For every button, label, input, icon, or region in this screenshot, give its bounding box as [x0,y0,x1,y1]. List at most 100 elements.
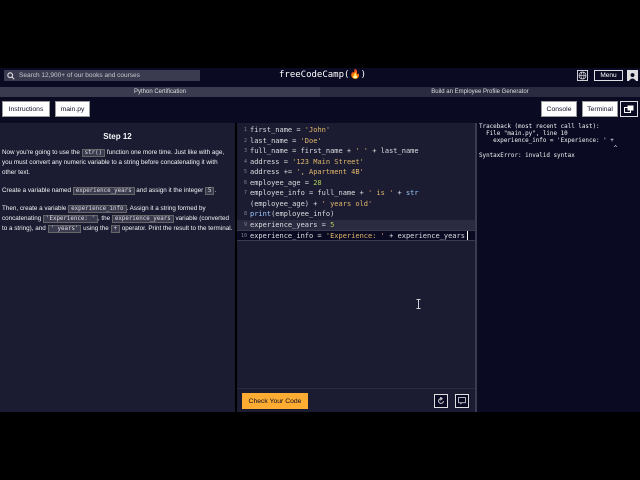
code-token: print [250,210,272,218]
code-text[interactable]: last_name = 'Doe' [250,136,322,147]
top-navbar: Search 12,900+ of our books and courses … [0,68,640,83]
tab-console[interactable]: Console [541,101,577,117]
line-number: 5 [243,169,247,175]
preview-window-button[interactable] [620,101,638,117]
code-token: employee_info = full_name + [250,189,369,197]
line-number: 10 [240,233,247,239]
code-line[interactable]: 6 employee_age = 28 [237,178,475,189]
code-token: ', Apartment 4B' [296,168,364,176]
line-number: 6 [243,179,247,186]
search-input[interactable]: Search 12,900+ of our books and courses [19,72,140,79]
instructions-panel: Step 12 Now you're going to use the str(… [0,123,235,412]
code-text[interactable]: employee_info = full_name + ' is ' + str [250,188,419,199]
line-number: 9 [243,221,247,228]
code-line[interactable]: 4 address = '123 Main Street' [237,157,475,168]
breadcrumb: Python Certification Build an Employee P… [0,87,640,97]
inline-code: str() [81,149,106,157]
help-button[interactable] [455,394,469,408]
line-number: 1 [243,127,247,133]
code-token: full_name = first_name + [250,147,356,155]
code-token: first_name = [250,126,305,134]
code-line[interactable]: 2 last_name = 'Doe' [237,136,475,147]
code-text[interactable]: address += ', Apartment 4B' [250,167,364,178]
inline-code: ' years' [47,225,82,233]
tab-terminal[interactable]: Terminal [582,101,618,117]
code-token: address += [250,168,297,176]
help-chat-icon [458,397,466,405]
code-token: ' years old' [321,199,373,208]
user-avatar-icon[interactable] [627,70,638,81]
instruction-paragraph: Now you're going to use the str() functi… [2,148,233,178]
instruction-text: Create a variable named [2,187,73,194]
window-icon [624,105,634,113]
code-token: + experience_years [384,232,465,240]
code-token: last_name = [250,136,301,145]
inline-code: 5 [204,187,215,195]
code-token: 'Experience: ' [325,232,385,240]
code-token: + last_name [368,147,419,155]
code-token: employee_age = [250,178,314,187]
code-editor[interactable]: 1 first_name = 'John' 2 last_name = 'Doe' 3 f… [237,123,475,412]
text-caret [467,231,468,240]
inline-code: 'Experience: ' [42,215,98,223]
check-your-code-button[interactable]: Check Your Code [242,393,308,409]
code-token: 'Doe' [300,136,322,145]
code-token: experience_years = [250,220,331,229]
instruction-text: Then, create a variable [2,205,69,212]
editor-footer: Check Your Code [237,388,475,412]
code-line[interactable]: 9 experience_years = 5 [237,219,475,231]
breadcrumb-project[interactable]: Build an Employee Profile Generator [320,87,640,97]
code-line[interactable]: 5 address += ', Apartment 4B' [237,167,475,178]
console-output: Traceback (most recent call last): File … [475,123,640,412]
instruction-text: Now you're going to use the [2,149,82,156]
code-line[interactable]: 3 full_name = first_name + ' ' + last_nam… [237,146,475,157]
code-token: experience_info = [250,232,326,240]
step-title: Step 12 [103,132,132,141]
app-window: Search 12,900+ of our books and courses … [0,68,640,412]
code-line[interactable]: 7 employee_info = full_name + ' is ' + st… [237,188,475,199]
code-line[interactable]: 1 first_name = 'John' [237,125,475,136]
code-text[interactable]: print(employee_info) [250,209,334,220]
tab-instructions[interactable]: Instructions [2,101,50,117]
code-token: (employee_age) + [250,199,322,208]
search-icon [7,71,15,80]
code-line[interactable]: 10 experience_info = 'Experience: ' + exp… [237,230,475,241]
search-box[interactable]: Search 12,900+ of our books and courses [4,70,200,81]
code-text[interactable]: employee_age = 28 [250,178,322,189]
code-token: 28 [313,178,322,187]
line-number: 2 [243,137,247,144]
reset-icon [438,397,444,404]
inline-code: experience_years [111,215,174,223]
freecodecamp-logo[interactable]: freeCodeCamp(🔥) [279,70,366,80]
line-number: 4 [243,158,247,165]
code-text[interactable]: full_name = first_name + ' ' + last_name [250,146,419,157]
code-token: 5 [330,220,335,229]
line-number: 3 [243,148,247,154]
code-token: + [393,189,406,197]
language-globe-icon[interactable] [577,70,588,81]
code-token: str [405,189,419,197]
code-text[interactable]: (employee_age) + ' years old' [250,199,372,210]
code-text[interactable]: experience_years = 5 [250,220,334,231]
code-token: (employee_info) [271,210,335,218]
instruction-paragraph: Create a variable named experience_years… [2,186,233,196]
code-text[interactable]: first_name = 'John' [250,125,330,136]
instruction-paragraph: Then, create a variable experience_info.… [2,204,233,234]
line-number: 8 [243,211,247,217]
code-text[interactable]: address = '123 Main Street' [250,157,364,168]
code-line[interactable]: 8 print(employee_info) [237,209,475,220]
reset-button[interactable] [434,394,448,408]
code-text[interactable]: experience_info = 'Experience: ' + exper… [250,231,465,242]
instruction-text: . [214,187,217,194]
code-line[interactable]: (employee_age) + ' years old' [237,199,475,210]
code-token: ' ' [355,147,369,155]
mouse-cursor-icon [416,299,421,309]
line-number: 7 [243,190,247,196]
instruction-text: , the [97,215,112,222]
instruction-text: operator. Print the result to the termin… [120,225,233,232]
instruction-text: using the [81,225,111,232]
tab-main-py[interactable]: main.py [55,101,90,117]
menu-button[interactable]: Menu [594,70,623,81]
breadcrumb-certification[interactable]: Python Certification [0,87,320,97]
code-token: ' is ' [368,189,394,197]
